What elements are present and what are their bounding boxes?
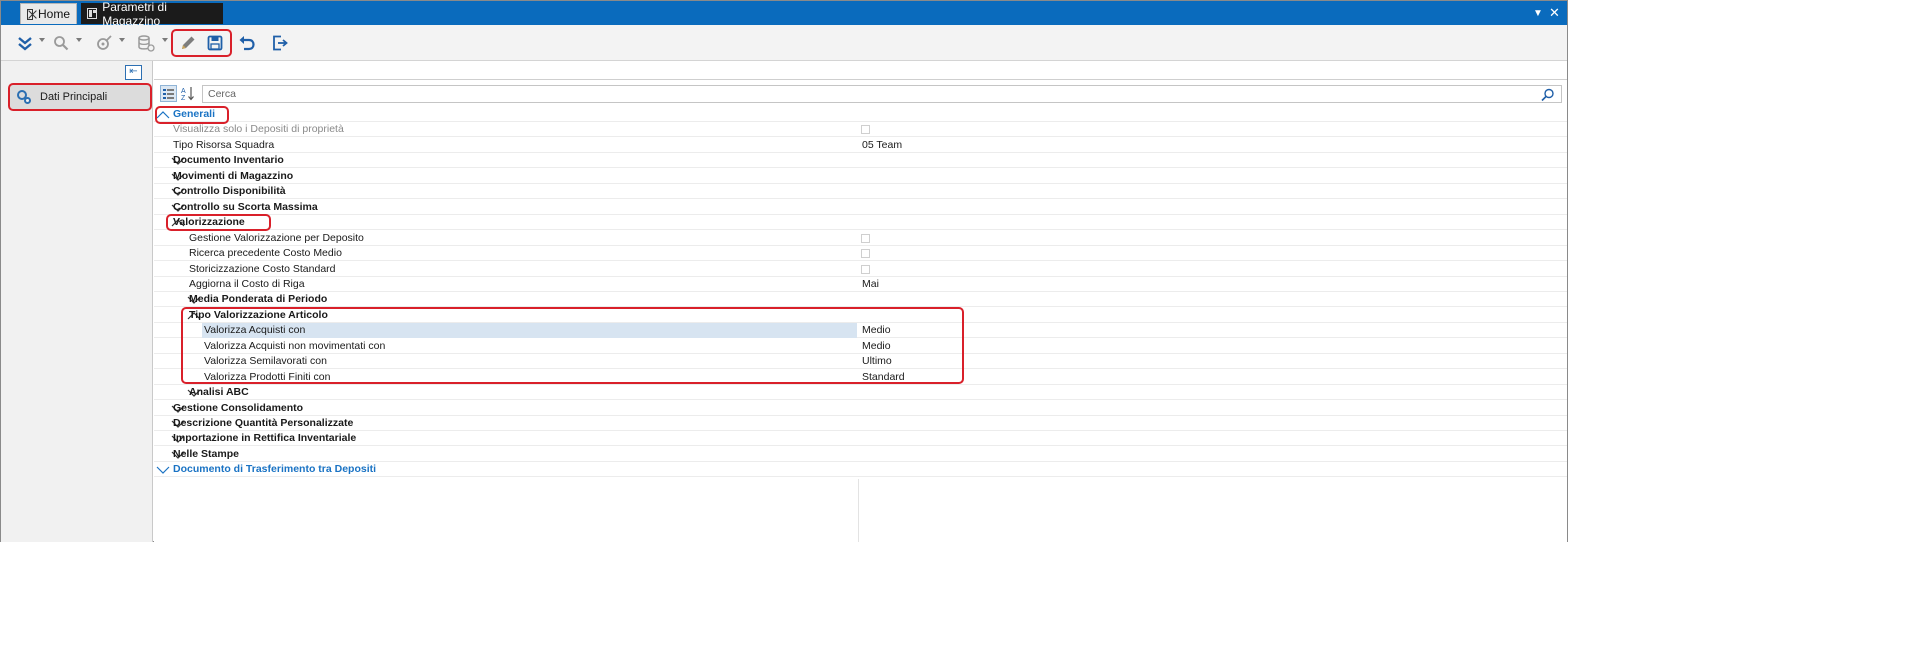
property-checkbox[interactable] [861,233,870,243]
tab-home-label: Home [37,7,70,21]
search-input[interactable] [202,85,1562,103]
property-checkbox[interactable] [861,264,870,274]
category-row[interactable]: Descrizione Quantità Personalizzate [154,416,1567,431]
database-dropdown-icon[interactable] [162,38,168,42]
svg-text:Z: Z [181,95,186,101]
exit-icon [273,35,288,51]
expand-all-icon [18,37,32,51]
search-button[interactable] [51,31,71,55]
property-panel: A Z GeneraliVisualizza solo i Depositi d… [154,61,1567,542]
wizard-icon [97,35,112,50]
property-checkbox[interactable] [861,249,870,259]
property-value[interactable]: 05 Team [862,138,902,153]
category-row[interactable]: Controllo su Scorta Massima [154,200,1567,215]
section-row[interactable]: Generali [154,107,1567,122]
property-label: Gestione Valorizzazione per Deposito [189,231,364,244]
property-row[interactable]: Visualizza solo i Depositi di proprietà [154,122,1567,138]
category-row[interactable]: Nelle Stampe [154,447,1567,462]
property-label: Descrizione Quantità Personalizzate [173,417,354,429]
category-row[interactable]: Importazione in Rettifica Inventariale [154,431,1567,447]
home-tab-icon [27,8,33,20]
property-label: Tipo Risorsa Squadra [173,138,275,151]
property-label: Documento Inventario [173,154,284,167]
search-icon [54,36,69,51]
highlight-edit-save [171,29,232,57]
property-checkbox [861,125,870,135]
property-value[interactable]: Mai [862,277,879,292]
highlight-generali [155,106,229,124]
property-row[interactable]: Tipo Risorsa Squadra 05 Team [154,138,1567,153]
category-row[interactable]: Valorizzazione [154,215,1567,231]
tab-active-label: Parametri di Magazzino [102,0,167,28]
sidebar: ⇤ Dati Principali [1,61,153,542]
tab-strip: Home Parametri di Magazzino ▼ ✕ [1,0,1567,28]
tab-home[interactable]: Home [20,3,77,24]
property-label: Nelle Stampe [173,447,239,460]
expand-all-dropdown-icon[interactable] [39,38,45,42]
chevron-down-icon[interactable] [156,466,170,475]
highlight-dati-principali [8,83,152,111]
category-row[interactable]: Controllo Disponibilità [154,184,1567,200]
property-label: Aggiorna il Costo di Riga [189,277,305,290]
collapse-panel-icon[interactable]: ⇤ [125,65,142,80]
tab-parametri-di-magazzino[interactable]: Parametri di Magazzino [81,0,223,28]
undo-icon [239,36,255,51]
wizard-button[interactable] [93,31,115,55]
panel-divider [154,79,1567,80]
property-label: Documento di Trasferimento tra Depositi [173,463,377,476]
property-label: Ricerca precedente Costo Medio [189,247,342,260]
svg-text:A: A [181,88,186,95]
database-button[interactable] [135,31,157,55]
tab-list-dropdown-icon[interactable]: ▼ [1533,7,1543,21]
toolbar [1,25,1567,61]
expand-all-button[interactable] [15,31,35,55]
alphabetical-sort-icon[interactable]: A Z [180,85,197,102]
property-label: Visualizza solo i Depositi di proprietà [173,123,344,136]
category-row[interactable]: Media Ponderata di Periodo [154,292,1567,308]
property-label: Controllo su Scorta Massima [173,200,318,213]
property-label: Importazione in Rettifica Inventariale [173,432,357,445]
property-row[interactable]: Ricerca precedente Costo Medio [154,246,1567,262]
undo-button[interactable] [236,31,258,55]
property-row[interactable]: Gestione Valorizzazione per Deposito [154,231,1567,246]
category-row[interactable]: Movimenti di Magazzino [154,169,1567,184]
property-label: Controllo Disponibilità [173,185,286,198]
close-icon[interactable]: ✕ [1549,6,1560,20]
wizard-dropdown-icon[interactable] [119,38,125,42]
categorized-view-icon[interactable] [160,85,177,102]
database-icon [138,34,155,52]
category-row[interactable]: Analisi ABC [154,385,1567,401]
property-label: Storicizzazione Costo Standard [189,262,336,275]
search-icon[interactable] [1541,88,1555,102]
section-row[interactable]: Documento di Trasferimento tra Depositi [154,462,1567,478]
category-row[interactable]: Documento Inventario [154,153,1567,169]
highlight-valorizzazione [166,214,271,231]
property-label: Analisi ABC [189,386,249,399]
property-label: Media Ponderata di Periodo [189,293,328,306]
form-tab-icon [87,8,98,19]
property-row[interactable]: Storicizzazione Costo Standard [154,262,1567,277]
property-label: Movimenti di Magazzino [173,169,294,182]
exit-button[interactable] [269,31,291,55]
property-search-bar: A Z [154,83,1567,105]
search-dropdown-icon[interactable] [76,38,82,42]
highlight-tipo-valorizzazione [181,307,964,384]
property-label: Gestione Consolidamento [173,401,304,414]
property-row[interactable]: Aggiorna il Costo di Riga Mai [154,277,1567,292]
column-divider [858,479,859,542]
category-row[interactable]: Gestione Consolidamento [154,401,1567,416]
application-window: Home Parametri di Magazzino ▼ ✕ ⇤ Dati P… [0,0,1568,542]
